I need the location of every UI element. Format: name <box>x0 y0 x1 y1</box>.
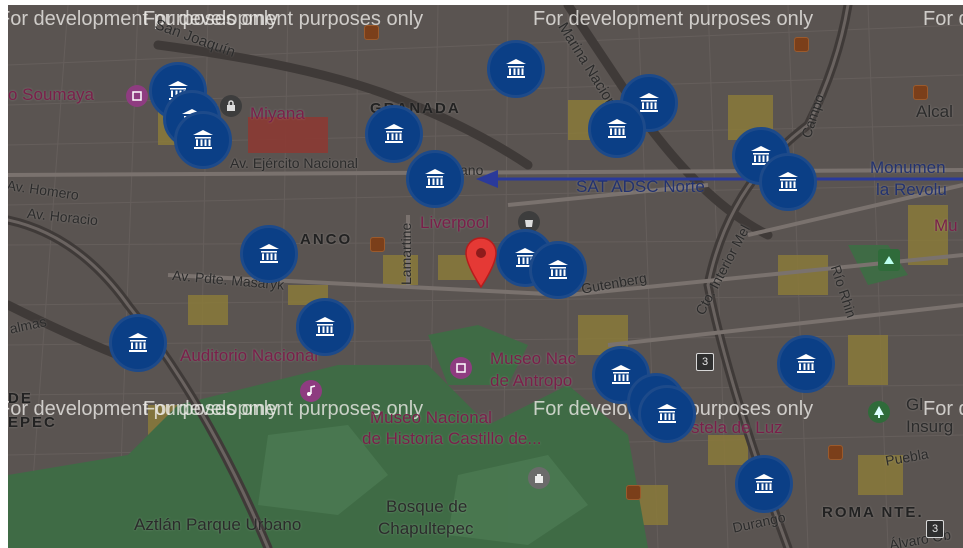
museum-marker[interactable] <box>174 111 232 169</box>
museum-icon <box>607 119 627 138</box>
museum-marker[interactable] <box>529 241 587 299</box>
museum-icon <box>778 172 798 191</box>
museum-marker[interactable] <box>759 153 817 211</box>
museum-icon <box>425 169 445 188</box>
museum-icon <box>128 333 148 352</box>
museum-marker[interactable] <box>109 314 167 372</box>
map-canvas[interactable]: For development purposes only For develo… <box>8 5 963 548</box>
museum-marker[interactable] <box>487 40 545 98</box>
museum-icon <box>259 244 279 263</box>
museum-marker[interactable] <box>365 105 423 163</box>
museum-marker[interactable] <box>296 298 354 356</box>
museum-marker[interactable] <box>638 385 696 443</box>
red-location-pin-icon[interactable] <box>464 237 498 289</box>
museum-icon <box>384 124 404 143</box>
museum-marker[interactable] <box>588 100 646 158</box>
museum-icon <box>754 474 774 493</box>
museum-icon <box>506 59 526 78</box>
museum-marker[interactable] <box>735 455 793 513</box>
museum-icon <box>611 365 631 384</box>
museum-marker[interactable] <box>777 335 835 393</box>
museum-icon <box>315 317 335 336</box>
museum-marker[interactable] <box>240 225 298 283</box>
museum-icon <box>548 260 568 279</box>
museum-icon <box>193 130 213 149</box>
museum-icon <box>796 354 816 373</box>
museum-icon <box>657 404 677 423</box>
museum-marker-highlighted[interactable] <box>406 150 464 208</box>
